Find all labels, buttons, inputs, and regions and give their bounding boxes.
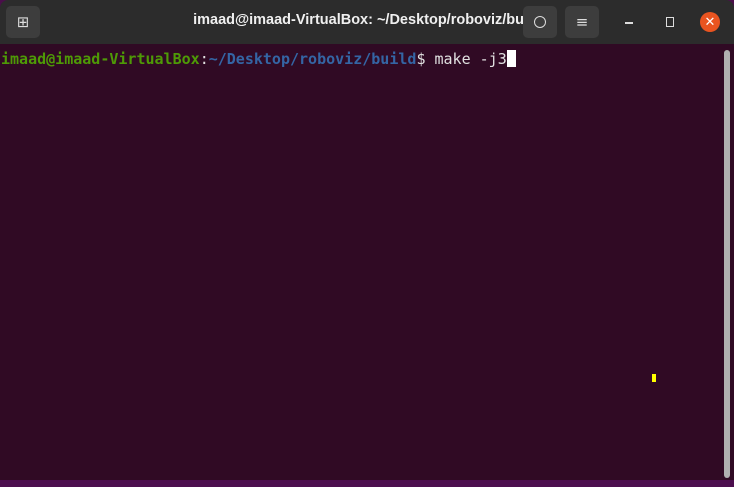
menu-button[interactable]: ≡ — [565, 6, 599, 38]
search-button[interactable] — [523, 6, 557, 38]
command-text: make -j3 — [425, 50, 507, 68]
desktop-background — [0, 480, 734, 487]
mouse-cursor-marker — [652, 374, 656, 382]
current-path: ~/Desktop/roboviz/build — [208, 50, 417, 68]
separator: : — [199, 50, 209, 68]
text-cursor — [506, 50, 516, 67]
prompt-line: imaad@imaad-VirtualBox:~/Desktop/roboviz… — [1, 50, 516, 68]
hamburger-icon: ≡ — [575, 13, 589, 31]
maximize-button[interactable] — [666, 17, 674, 27]
scrollbar[interactable] — [724, 50, 730, 478]
terminal-area[interactable]: imaad@imaad-VirtualBox:~/Desktop/roboviz… — [0, 44, 734, 480]
window-title: imaad@imaad-VirtualBox: ~/Desktop/robovi… — [193, 12, 541, 28]
close-button[interactable]: ✕ — [700, 12, 720, 32]
title-bar: ⊞ imaad@imaad-VirtualBox: ~/Desktop/robo… — [0, 0, 734, 44]
search-icon — [534, 16, 546, 28]
minimize-button[interactable] — [625, 22, 633, 24]
close-icon: ✕ — [704, 14, 716, 30]
user-host: imaad@imaad-VirtualBox — [1, 50, 200, 68]
